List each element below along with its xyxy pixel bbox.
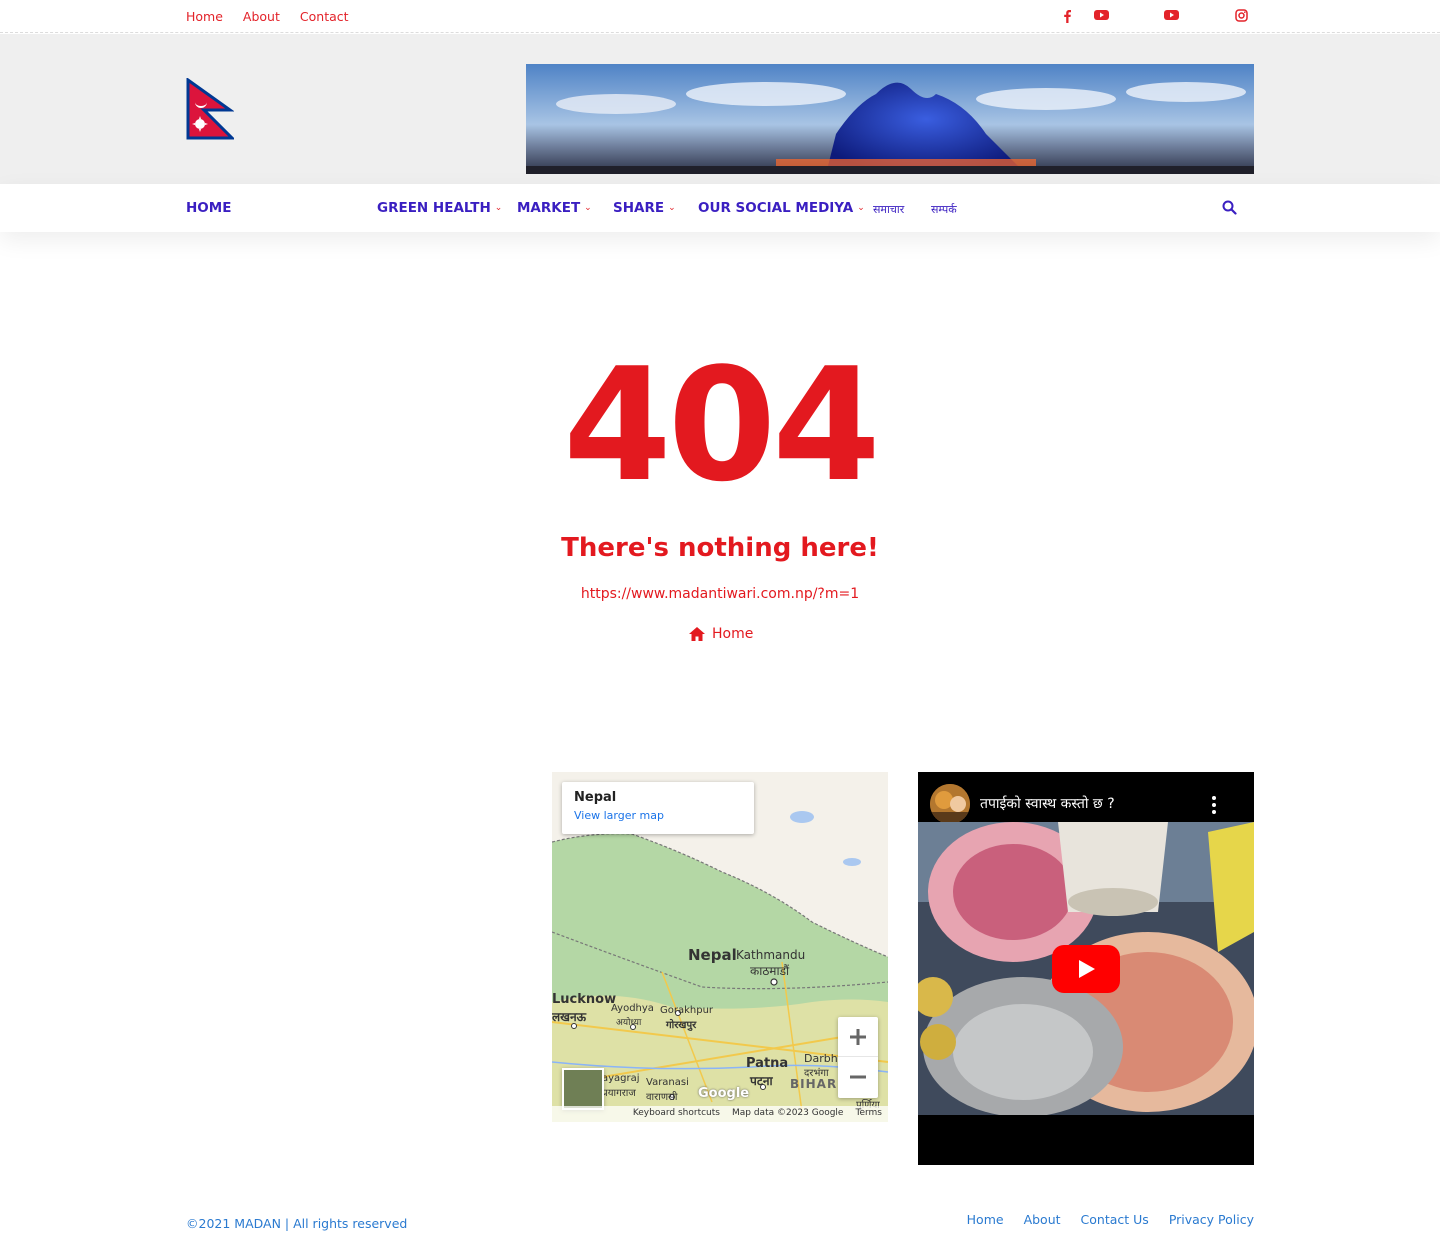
youtube-icon[interactable] — [1094, 9, 1109, 21]
nav-share-label: SHARE — [613, 200, 665, 216]
map-label: Ayodhya — [611, 1003, 654, 1014]
top-link-home[interactable]: Home — [186, 9, 223, 24]
channel-avatar-image — [930, 784, 970, 824]
map-label: प्रयागराज — [602, 1088, 636, 1099]
map-terms-link[interactable]: Terms — [855, 1108, 882, 1120]
footer-copyright: ©2021 MADAN | All rights reserved — [186, 1216, 408, 1231]
map-label: ayagraj — [602, 1073, 640, 1084]
map-label: वाराणसी — [646, 1092, 678, 1103]
minus-icon — [850, 1075, 866, 1079]
footer-link-contact[interactable]: Contact Us — [1081, 1212, 1149, 1227]
map-label: काठमाडौं — [750, 964, 790, 978]
top-bar: Home About Contact — [0, 0, 1440, 33]
home-icon — [689, 627, 705, 641]
play-icon — [1079, 960, 1095, 978]
nav-home[interactable]: HOME — [186, 200, 231, 216]
error-message: There's nothing here! — [561, 533, 879, 563]
footer-link-about[interactable]: About — [1024, 1212, 1061, 1227]
footer-links: Home About Contact Us Privacy Policy — [967, 1212, 1254, 1227]
map-view-larger-link[interactable]: View larger map — [574, 809, 742, 822]
channel-avatar[interactable] — [930, 784, 970, 824]
plus-icon — [850, 1028, 866, 1045]
chevron-down-icon: ⌄ — [857, 203, 865, 213]
search-icon[interactable] — [1222, 200, 1237, 215]
nav-home-label: HOME — [186, 200, 232, 216]
map-label: Nepal — [688, 946, 737, 964]
error-url[interactable]: https://www.madantiwari.com.np/?m=1 — [0, 586, 1440, 602]
error-code: 404 — [563, 334, 881, 516]
more-options-icon[interactable] — [1212, 796, 1216, 814]
nav-extra-2[interactable]: सम्पर्क — [931, 202, 957, 217]
map-info-card: Nepal View larger map — [562, 782, 754, 834]
nav-extra-1[interactable]: समाचार — [873, 202, 904, 217]
top-link-about[interactable]: About — [243, 9, 280, 24]
chevron-down-icon: ⌄ — [668, 203, 676, 213]
play-button[interactable] — [1052, 945, 1120, 993]
google-map-embed[interactable]: Nepal View larger map Nepal Kathmandu का… — [552, 772, 888, 1122]
nepal-flag-logo[interactable] — [186, 78, 234, 140]
footer-link-home[interactable]: Home — [967, 1212, 1004, 1227]
map-label: पटना — [750, 1074, 773, 1088]
map-label: Gorakhpur — [660, 1005, 714, 1016]
youtube-video-embed[interactable]: तपाईको स्वास्थ कस्तो छ ? — [918, 772, 1254, 1165]
map-card-title: Nepal — [574, 790, 617, 805]
map-satellite-toggle[interactable] — [562, 1068, 604, 1110]
home-link-button[interactable]: Home — [688, 626, 753, 642]
nav-market[interactable]: MARKET ⌄ — [517, 200, 592, 216]
nav-extra-2-label: सम्पर्क — [931, 203, 957, 216]
chevron-down-icon: ⌄ — [584, 203, 592, 213]
zoom-out-button[interactable] — [838, 1057, 878, 1097]
map-data-text: Map data ©2023 Google — [731, 1108, 844, 1118]
map-label: Patna — [746, 1056, 789, 1071]
instagram-icon[interactable] — [1235, 9, 1248, 22]
youtube-icon[interactable] — [1164, 9, 1179, 21]
nav-green-health-label: GREEN HEALTH — [377, 200, 491, 216]
video-title[interactable]: तपाईको स्वास्थ कस्तो छ ? — [980, 794, 1115, 813]
zoom-in-button[interactable] — [838, 1017, 878, 1057]
keyboard-shortcuts-link[interactable]: Keyboard shortcuts — [633, 1108, 720, 1120]
map-label: लखनऊ — [552, 1010, 587, 1024]
nav-social-media[interactable]: OUR SOCIAL MEDIYA ⌄ — [698, 200, 865, 216]
map-label: Lucknow — [552, 992, 617, 1007]
map-label: अयोध्या — [616, 1018, 642, 1028]
map-zoom-controls — [838, 1017, 878, 1098]
map-label: BIHAR — [790, 1077, 838, 1091]
footer-link-privacy[interactable]: Privacy Policy — [1169, 1212, 1254, 1227]
nav-green-health[interactable]: GREEN HEALTH ⌄ — [377, 200, 502, 216]
nav-market-label: MARKET — [517, 200, 581, 216]
home-link-label: Home — [712, 626, 754, 642]
map-attribution: Keyboard shortcuts Map data ©2023 Google… — [552, 1106, 888, 1122]
nav-social-media-label: OUR SOCIAL MEDIYA — [698, 200, 854, 216]
map-label: Kathmandu — [736, 948, 806, 962]
header-banner-image[interactable] — [526, 64, 1254, 174]
nav-share[interactable]: SHARE ⌄ — [613, 200, 676, 216]
nav-extra-1-label: समाचार — [873, 203, 905, 216]
google-logo: Google — [698, 1086, 750, 1101]
map-label: Varanasi — [646, 1077, 689, 1088]
top-links: Home About Contact — [186, 9, 349, 24]
map-label: गोरखपुर — [666, 1020, 697, 1031]
chevron-down-icon: ⌄ — [494, 203, 503, 213]
top-link-contact[interactable]: Contact — [300, 9, 349, 24]
facebook-icon[interactable] — [1062, 9, 1072, 23]
